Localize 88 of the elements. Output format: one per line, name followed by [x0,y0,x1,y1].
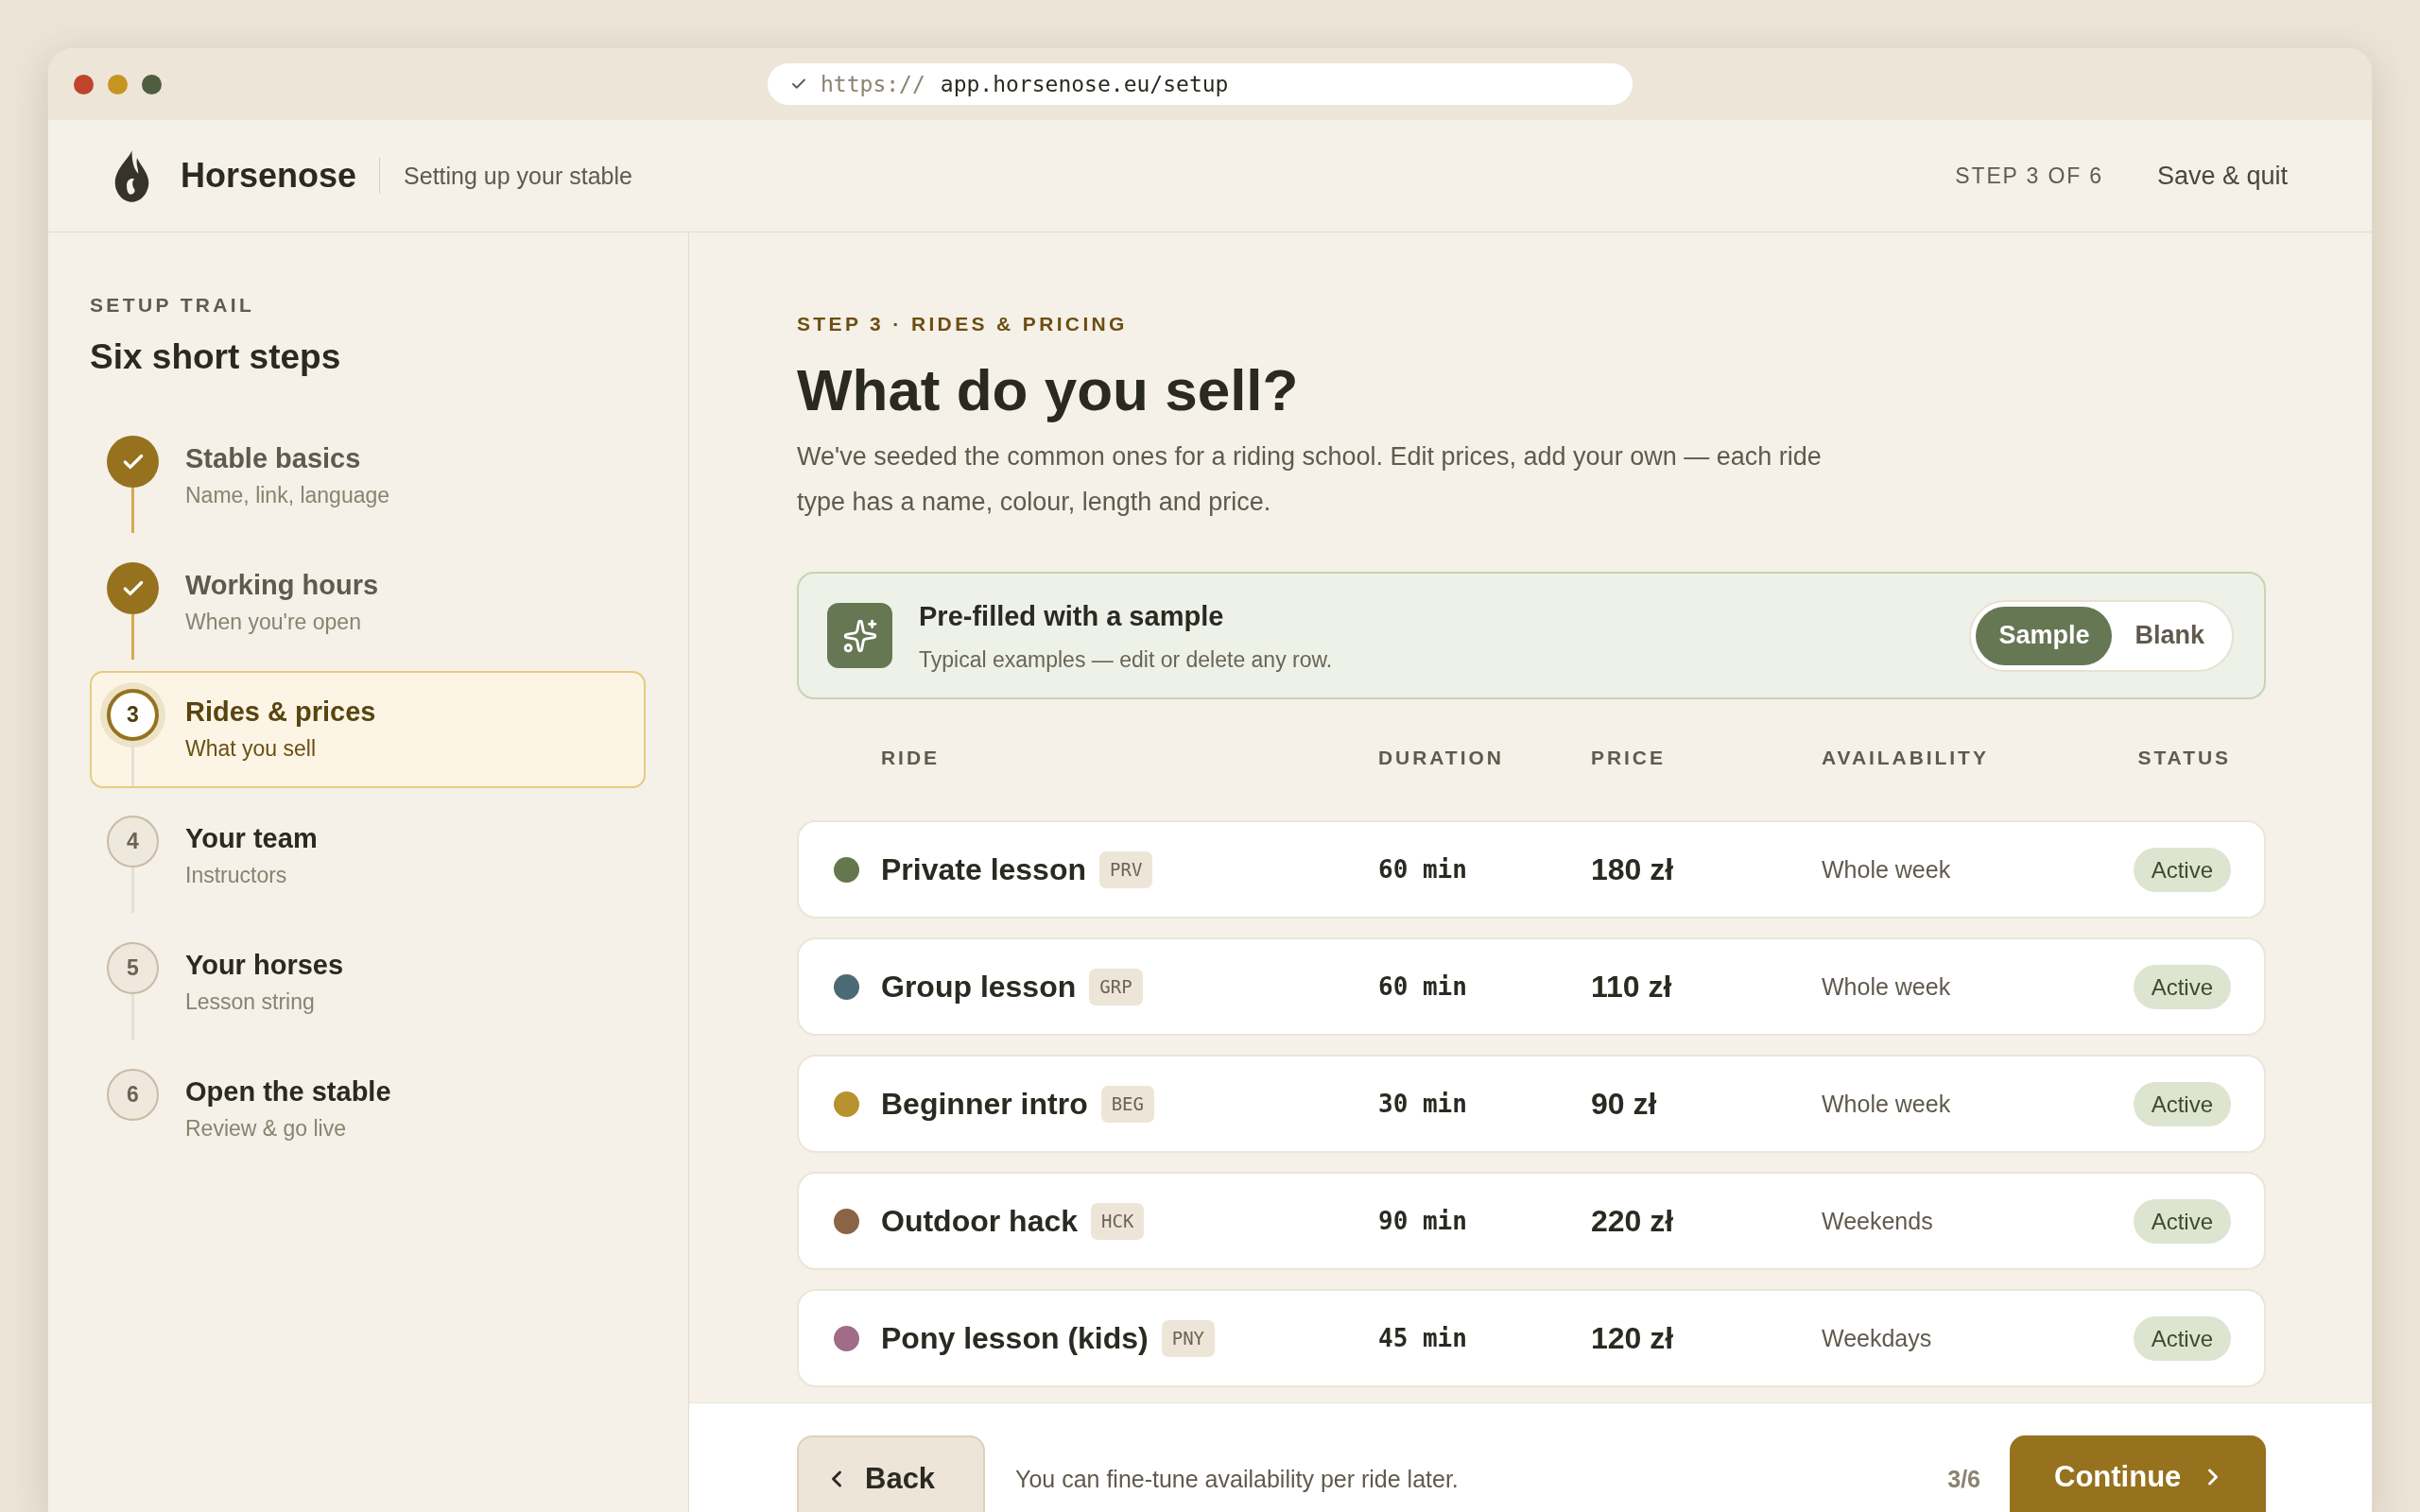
step-subtitle: Lesson string [185,988,316,1016]
ride-code-tag: PRV [1099,850,1153,888]
url-text: app.horsenose.eu/setup [940,70,1229,98]
availability-text: Weekends [1822,1207,1933,1236]
step-number: 6 [107,1069,159,1121]
ride-row[interactable]: Outdoor hack HCK 90 min 220 zł Weekends Active [797,1172,2266,1270]
toggle-option[interactable]: Blank [2112,606,2227,665]
step-item[interactable]: 3 Rides & prices What you sell [90,671,646,788]
step-title: Your horses [185,949,344,982]
ride-name: Private lesson [881,851,1086,888]
step-subtitle: Name, link, language [185,482,390,509]
step-connector [131,614,134,660]
status-pill: Active [2133,1198,2231,1244]
step-eyebrow: STEP 3 · RIDES & PRICING [797,312,1129,336]
close-window-icon[interactable] [74,74,94,94]
step-title: Open the stable [185,1075,391,1108]
availability-text: Whole week [1822,855,1951,885]
price-text: 120 zł [1591,1320,1674,1357]
duration-text: 90 min [1378,1206,1467,1237]
column-header: PRICE [1591,746,1667,770]
ride-code-tag: BEG [1100,1085,1154,1123]
flame-logo-icon [112,149,151,202]
ride-code-tag: PNY [1161,1319,1216,1357]
save-quit-link[interactable]: Save & quit [2156,160,2288,192]
step-item[interactable]: 5 Your horses Lesson string [90,924,646,1041]
price-text: 180 zł [1591,851,1674,888]
toggle-option[interactable]: Sample [1976,606,2113,665]
ride-name: Group lesson [881,969,1077,1005]
status-pill: Active [2133,1315,2231,1361]
step-title: Stable basics [185,442,362,475]
step-item[interactable]: 6 Open the stable Review & go live [90,1051,646,1168]
duration-text: 45 min [1378,1323,1467,1354]
availability-text: Whole week [1822,972,1951,1002]
progress-counter: 3/6 [1947,1465,1980,1494]
step-connector [131,488,134,533]
duration-text: 60 min [1378,971,1467,1003]
price-text: 90 zł [1591,1086,1657,1123]
back-button[interactable]: Back [797,1435,985,1512]
price-text: 110 zł [1591,969,1672,1005]
duration-text: 30 min [1378,1089,1467,1120]
column-header: DURATION [1378,746,1505,770]
ride-code-tag: GRP [1089,968,1143,1005]
ride-row[interactable]: Private lesson PRV 60 min 180 zł Whole week Active [797,820,2266,919]
column-header: STATUS [2137,746,2231,770]
step-item[interactable]: Working hours When you're open [90,544,646,662]
step-number: 5 [107,942,159,994]
sidebar-title: Six short steps [90,336,342,378]
sparkles-icon [827,603,892,668]
step-number: 4 [107,816,159,868]
ride-row[interactable]: Group lesson GRP 60 min 110 zł Whole week Active [797,937,2266,1036]
maximize-window-icon[interactable] [142,74,162,94]
price-text: 220 zł [1591,1203,1674,1240]
column-header: AVAILABILITY [1822,746,1990,770]
url-scheme-text: https:// [821,70,925,98]
minimize-window-icon[interactable] [108,74,128,94]
availability-text: Whole week [1822,1090,1951,1119]
step-subtitle: Instructors [185,862,288,889]
step-subtitle: When you're open [185,609,362,636]
status-pill: Active [2133,1081,2231,1126]
step-subtitle: What you sell [185,735,318,763]
availability-text: Weekdays [1822,1324,1932,1353]
header-subtitle: Setting up your stable [404,162,632,191]
brand-name: Horsenose [181,155,357,197]
duration-text: 60 min [1378,854,1467,885]
address-bar[interactable]: https:// app.horsenose.eu/setup [768,63,1633,105]
sidebar-eyebrow: SETUP TRAIL [90,293,256,318]
footer-hint: You can fine-tune availability per ride later. [1015,1465,1459,1494]
step-item[interactable]: 4 Your team Instructors [90,798,646,915]
intro-paragraph: We've seeded the common ones for a riding school. Edit prices, add your own — each ride type has a name, colour, length and price. [797,441,1823,518]
column-header: RIDE [880,746,941,770]
sample-card-title: Pre-filled with a sample [919,599,1225,633]
status-pill: Active [2133,847,2231,892]
step-item[interactable]: Stable basics Name, link, language [90,418,646,535]
ride-name: Outdoor hack [881,1203,1078,1240]
ride-row[interactable]: Beginner intro BEG 30 min 90 zł Whole week Active [797,1055,2266,1153]
ride-row[interactable]: Pony lesson (kids) PNY 45 min 120 zł Weekdays Active [797,1289,2266,1387]
ride-code-tag: HCK [1091,1202,1145,1240]
page-title: What do you sell? [797,356,1300,424]
step-counter: STEP 3 OF 6 [1955,163,2103,190]
step-title: Rides & prices [185,696,376,729]
step-title: Your team [185,822,318,855]
status-pill: Active [2133,964,2231,1009]
ride-name: Pony lesson (kids) [881,1320,1149,1357]
ride-name: Beginner intro [881,1086,1088,1123]
sample-card-subtitle: Typical examples — edit or delete any row. [919,645,1333,673]
step-title: Working hours [185,569,379,602]
step-subtitle: Review & go live [185,1115,348,1143]
continue-button[interactable]: Continue [2010,1435,2266,1512]
